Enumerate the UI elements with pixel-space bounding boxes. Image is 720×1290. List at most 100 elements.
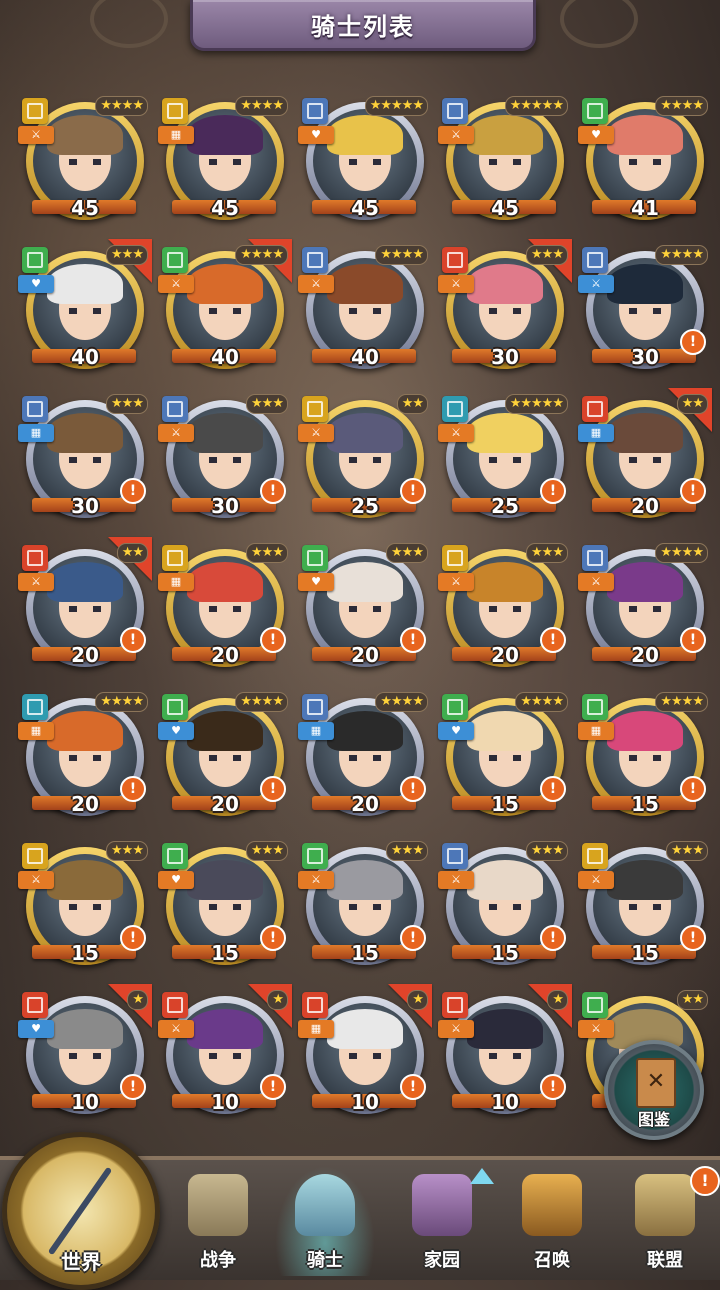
knight-card[interactable]: ★★★★ ▦ 45 [158, 96, 288, 226]
knight-card[interactable]: ★★★ ▦ 30! [18, 394, 148, 524]
eyes-shape [629, 308, 661, 314]
knight-card[interactable]: ★★★★ ⚔ 40 [158, 239, 292, 375]
eyes-shape [629, 755, 661, 761]
star-rating: ★★★ [526, 245, 568, 265]
star-rating: ★★★★ [235, 692, 288, 712]
codex-button[interactable]: ✕ 图鉴 [604, 1040, 704, 1140]
hair-shape [327, 562, 403, 602]
knight-card[interactable]: ★★★ ♥ 15! [158, 841, 288, 971]
shield-icon: ▦ [18, 424, 54, 442]
star-rating: ★★★ [526, 841, 568, 861]
element-type-icon [162, 843, 188, 869]
knight-card[interactable]: ★★★ ⚔ 15! [578, 841, 708, 971]
heart-icon: ♥ [18, 1020, 54, 1038]
knight-card[interactable]: ★★★ ⚔ 15! [298, 841, 428, 971]
hair-shape [327, 711, 403, 751]
sword-icon: ⚔ [158, 424, 194, 442]
hair-shape [47, 860, 123, 900]
knight-card[interactable]: ★★★ ▦ 20! [158, 543, 288, 673]
knight-card[interactable]: ★★★★ ⚔ 20! [578, 543, 708, 673]
alert-icon: ! [400, 776, 426, 802]
star-rating: ★★★ [246, 543, 288, 563]
sword-icon: ⚔ [298, 871, 334, 889]
star-rating: ★★★ [526, 543, 568, 563]
element-type-icon [162, 247, 188, 273]
title-plate: 骑士列表 [190, 0, 536, 51]
hair-shape [467, 562, 543, 602]
knight-card[interactable]: ★★★ ⚔ 15! [438, 841, 568, 971]
knight-card[interactable]: ★★ ▦ 20! [578, 388, 712, 524]
knight-card[interactable]: ★★ ⚔ 25! [298, 394, 428, 524]
knight-card[interactable]: ★★★ ⚔ 30 [438, 239, 572, 375]
knight-card[interactable]: ★ ⚔ 10! [438, 984, 572, 1120]
knight-card[interactable]: ★★★ ⚔ 20! [438, 543, 568, 673]
nav-summon-label: 召唤 [534, 1250, 570, 1271]
knight-card[interactable]: ★★★★ ▦ 15! [578, 692, 708, 822]
eyes-shape [209, 1053, 241, 1059]
eyes-shape [209, 308, 241, 314]
element-type-icon [162, 992, 188, 1018]
alert-icon: ! [120, 1074, 146, 1100]
star-rating: ★★★ [386, 841, 428, 861]
knight-card[interactable]: ★★★ ⚔ 15! [18, 841, 148, 971]
eyes-shape [69, 1053, 101, 1059]
alert-icon: ! [400, 1074, 426, 1100]
element-type-icon [582, 247, 608, 273]
star-rating: ★★★ [246, 394, 288, 414]
eyes-shape [489, 904, 521, 910]
element-type-icon [302, 396, 328, 422]
knight-card[interactable]: ★★★★ ⚔ 45 [18, 96, 148, 226]
shield-icon: ▦ [578, 722, 614, 740]
star-rating: ★★★★ [235, 245, 288, 265]
knight-card[interactable]: ★ ♥ 10! [18, 984, 152, 1120]
alert-icon: ! [540, 478, 566, 504]
sword-icon: ⚔ [298, 275, 334, 293]
nav-war[interactable]: 战争 [168, 1166, 268, 1276]
heart-icon: ♥ [298, 573, 334, 591]
eyes-shape [69, 159, 101, 165]
element-type-icon [302, 992, 328, 1018]
star-rating: ★★★★ [655, 692, 708, 712]
sword-icon: ⚔ [18, 573, 54, 591]
knight-card[interactable]: ★★★★ ♥ 41 [578, 96, 708, 226]
knight-card[interactable]: ★★★★ ⚔ 30! [578, 245, 708, 375]
element-type-icon [22, 98, 48, 124]
nav-knight[interactable]: 骑士 [275, 1166, 375, 1276]
element-type-icon [302, 247, 328, 273]
knight-icon [295, 1174, 355, 1236]
sword-icon: ⚔ [438, 573, 474, 591]
sword-icon: ⚔ [298, 424, 334, 442]
knight-card[interactable]: ★★★ ♥ 20! [298, 543, 428, 673]
eyes-shape [489, 457, 521, 463]
shield-icon: ▦ [298, 722, 334, 740]
eyes-shape [629, 904, 661, 910]
element-type-icon [582, 843, 608, 869]
sword-icon: ⚔ [578, 871, 614, 889]
star-rating: ★★★★ [655, 96, 708, 116]
hair-shape [187, 711, 263, 751]
star-rating: ★★ [116, 543, 148, 563]
knight-card[interactable]: ★★★★ ⚔ 40 [298, 245, 428, 375]
knight-card[interactable]: ★★★ ♥ 40 [18, 239, 152, 375]
nav-summon[interactable]: 召唤 [502, 1166, 602, 1276]
element-type-icon [442, 694, 468, 720]
knight-card[interactable]: ★★★★★ ♥ 45 [298, 96, 428, 226]
knight-card[interactable]: ★★★★ ♥ 15! [438, 692, 568, 822]
alert-icon: ! [540, 627, 566, 653]
knight-card[interactable]: ★★★★ ♥ 20! [158, 692, 288, 822]
knight-card[interactable]: ★★★★ ▦ 20! [18, 692, 148, 822]
knight-card[interactable]: ★★★ ⚔ 30! [158, 394, 288, 524]
knight-card[interactable]: ★★ ⚔ 20! [18, 537, 152, 673]
knight-card[interactable]: ★★★★★ ⚔ 25! [438, 394, 568, 524]
knight-card[interactable]: ★★★★ ▦ 20! [298, 692, 428, 822]
knight-card[interactable]: ★★★★★ ⚔ 45 [438, 96, 568, 226]
nav-world[interactable]: 世界 [2, 1132, 160, 1290]
knight-level: 40 [71, 345, 99, 369]
star-rating: ★★★★ [655, 245, 708, 265]
sword-icon: ⚔ [578, 573, 614, 591]
knight-card[interactable]: ★ ▦ 10! [298, 984, 432, 1120]
knight-card[interactable]: ★ ⚔ 10! [158, 984, 292, 1120]
element-type-icon [582, 545, 608, 571]
element-type-icon [302, 694, 328, 720]
element-type-icon [302, 843, 328, 869]
